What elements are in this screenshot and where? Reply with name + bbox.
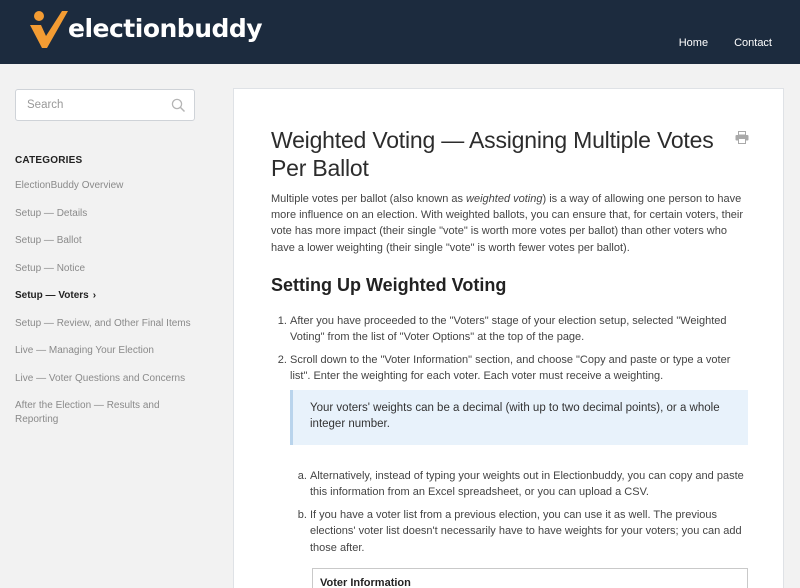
steps-list: After you have proceeded to the "Voters"… xyxy=(271,313,748,588)
category-label: Live — Voter Questions and Concerns xyxy=(15,372,186,384)
section-heading: Setting Up Weighted Voting xyxy=(271,274,507,295)
sidebar: CATEGORIES ElectionBuddy Overview Setup … xyxy=(15,89,205,441)
nav-home-link[interactable]: Home xyxy=(679,37,708,49)
category-label: Setup — Details xyxy=(15,207,88,219)
category-item[interactable]: Setup — Review, and Other Final Items xyxy=(15,317,205,331)
search-icon[interactable] xyxy=(171,98,186,113)
chevron-right-icon: › xyxy=(92,290,97,301)
article-title: Weighted Voting — Assigning Multiple Vot… xyxy=(271,127,714,181)
category-item[interactable]: ElectionBuddy Overview xyxy=(15,179,205,193)
category-label: Setup — Ballot xyxy=(15,235,82,246)
top-nav: Home Contact xyxy=(679,37,772,49)
step-item: Scroll down to the "Voter Information" s… xyxy=(290,352,748,588)
article-body: Weighted Voting — Assigning Multiple Vot… xyxy=(271,89,748,588)
search-input[interactable] xyxy=(16,90,156,120)
category-item-active[interactable]: Setup — Voters › xyxy=(15,289,205,303)
search-box xyxy=(15,89,195,121)
category-item[interactable]: Setup — Details xyxy=(15,207,205,221)
category-label: Setup — Notice xyxy=(15,262,86,274)
substeps-list: Alternatively, instead of typing your we… xyxy=(290,468,748,557)
category-label: Setup — Review, and Other Final Items xyxy=(15,317,191,329)
brand-logo[interactable]: electionbuddy xyxy=(28,8,263,48)
checkmark-logo-icon xyxy=(30,11,68,48)
category-item[interactable]: Setup — Ballot xyxy=(15,234,205,248)
category-label: After the Election — Results and Reporti… xyxy=(15,400,160,425)
step-item: After you have proceeded to the "Voters"… xyxy=(290,313,748,346)
brand-name: electionbuddy xyxy=(68,13,263,43)
category-item[interactable]: Live — Managing Your Election xyxy=(15,344,205,358)
substep-item: If you have a voter list from a previous… xyxy=(310,507,748,557)
category-item[interactable]: Live — Voter Questions and Concerns xyxy=(15,372,205,386)
category-item[interactable]: After the Election — Results and Reporti… xyxy=(15,399,205,427)
category-label: ElectionBuddy Overview xyxy=(15,180,124,191)
step-text: Scroll down to the "Voter Information" s… xyxy=(290,353,731,383)
voter-information-screenshot: Voter Information xyxy=(312,568,748,588)
category-label: Live — Managing Your Election xyxy=(15,345,154,356)
article-intro: Multiple votes per ballot (also known as… xyxy=(271,191,748,256)
categories-heading: CATEGORIES xyxy=(15,155,83,166)
header-bar: electionbuddy Home Contact xyxy=(0,0,800,64)
intro-text: Multiple votes per ballot (also known as xyxy=(271,193,467,205)
intro-emphasis: weighted voting xyxy=(466,193,543,205)
category-list: ElectionBuddy Overview Setup — Details S… xyxy=(15,179,205,427)
nav-contact-link[interactable]: Contact xyxy=(734,37,772,49)
voter-box-label: Voter Information xyxy=(320,577,411,588)
substep-item: Alternatively, instead of typing your we… xyxy=(310,468,748,501)
article-panel: Weighted Voting — Assigning Multiple Vot… xyxy=(233,88,784,588)
category-label: Setup — Voters xyxy=(15,290,89,301)
info-callout: Your voters' weights can be a decimal (w… xyxy=(290,389,748,445)
category-item[interactable]: Setup — Notice xyxy=(15,262,205,276)
